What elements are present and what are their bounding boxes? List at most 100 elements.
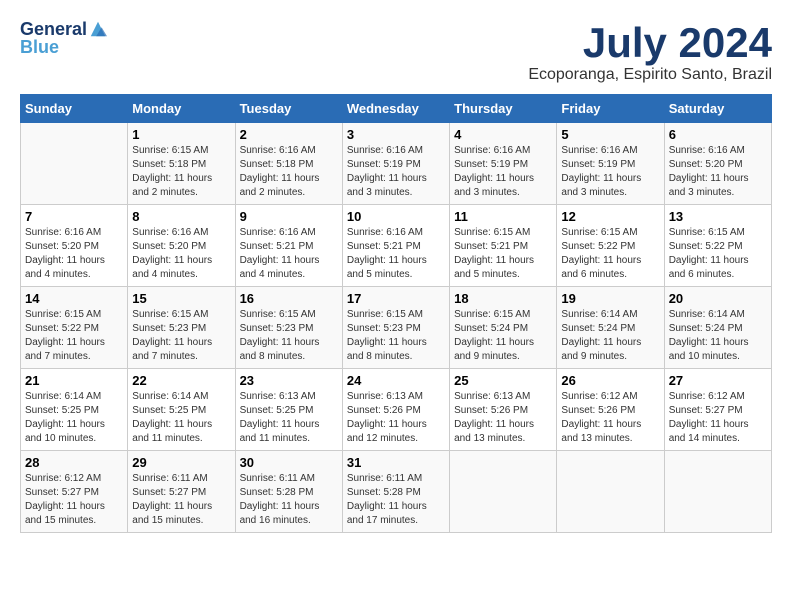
- calendar-week-row: 28Sunrise: 6:12 AM Sunset: 5:27 PM Dayli…: [21, 451, 772, 533]
- calendar-cell: 30Sunrise: 6:11 AM Sunset: 5:28 PM Dayli…: [235, 451, 342, 533]
- day-info: Sunrise: 6:12 AM Sunset: 5:26 PM Dayligh…: [561, 390, 659, 446]
- day-number: 7: [25, 209, 123, 224]
- calendar-cell: 21 Sunrise: 6:14 AM Sunset: 5:25 PM Dayli…: [21, 369, 128, 451]
- day-number: 10: [347, 209, 445, 224]
- location-title: Ecoporanga, Espirito Santo, Brazil: [528, 66, 772, 84]
- day-info: Sunrise: 6:15 AM Sunset: 5:22 PM Dayligh…: [669, 226, 767, 282]
- calendar-cell: 9 Sunrise: 6:16 AM Sunset: 5:21 PM Daylig…: [235, 205, 342, 287]
- calendar-cell: [21, 123, 128, 205]
- day-number: 29: [132, 455, 230, 470]
- day-number: 1: [132, 127, 230, 142]
- calendar-cell: 8 Sunrise: 6:16 AM Sunset: 5:20 PM Daylig…: [128, 205, 235, 287]
- day-number: 6: [669, 127, 767, 142]
- day-info: Sunrise: 6:14 AM Sunset: 5:25 PM Dayligh…: [25, 390, 123, 446]
- day-info: Sunrise: 6:14 AM Sunset: 5:25 PM Dayligh…: [132, 390, 230, 446]
- day-number: 2: [240, 127, 338, 142]
- day-info: Sunrise: 6:16 AM Sunset: 5:19 PM Dayligh…: [561, 144, 659, 200]
- day-number: 9: [240, 209, 338, 224]
- calendar-cell: 4 Sunrise: 6:16 AM Sunset: 5:19 PM Daylig…: [450, 123, 557, 205]
- calendar-header-row: SundayMondayTuesdayWednesdayThursdayFrid…: [21, 95, 772, 123]
- day-number: 19: [561, 291, 659, 306]
- calendar-table: SundayMondayTuesdayWednesdayThursdayFrid…: [20, 94, 772, 533]
- day-number: 25: [454, 373, 552, 388]
- calendar-week-row: 21 Sunrise: 6:14 AM Sunset: 5:25 PM Dayli…: [21, 369, 772, 451]
- day-number: 8: [132, 209, 230, 224]
- logo: General Blue: [20, 20, 107, 58]
- calendar-cell: 29 Sunrise: 6:11 AM Sunset: 5:27 PM Dayli…: [128, 451, 235, 533]
- calendar-cell: 27 Sunrise: 6:12 AM Sunset: 5:27 PM Dayli…: [664, 369, 771, 451]
- header-tuesday: Tuesday: [235, 95, 342, 123]
- day-info: Sunrise: 6:16 AM Sunset: 5:19 PM Dayligh…: [347, 144, 445, 200]
- day-info: Sunrise: 6:13 AM Sunset: 5:25 PM Dayligh…: [240, 390, 338, 446]
- day-info: Sunrise: 6:15 AM Sunset: 5:23 PM Dayligh…: [347, 308, 445, 364]
- day-number: 4: [454, 127, 552, 142]
- day-info: Sunrise: 6:15 AM Sunset: 5:18 PM Dayligh…: [132, 144, 230, 200]
- title-section: July 2024 Ecoporanga, Espirito Santo, Br…: [528, 20, 772, 84]
- calendar-week-row: 1 Sunrise: 6:15 AM Sunset: 5:18 PM Daylig…: [21, 123, 772, 205]
- day-number: 11: [454, 209, 552, 224]
- header-saturday: Saturday: [664, 95, 771, 123]
- day-info: Sunrise: 6:16 AM Sunset: 5:19 PM Dayligh…: [454, 144, 552, 200]
- calendar-cell: 26Sunrise: 6:12 AM Sunset: 5:26 PM Dayli…: [557, 369, 664, 451]
- page-header: General Blue July 2024 Ecoporanga, Espir…: [20, 20, 772, 84]
- day-number: 23: [240, 373, 338, 388]
- calendar-cell: 22 Sunrise: 6:14 AM Sunset: 5:25 PM Dayli…: [128, 369, 235, 451]
- calendar-cell: 12 Sunrise: 6:15 AM Sunset: 5:22 PM Dayli…: [557, 205, 664, 287]
- calendar-cell: 23 Sunrise: 6:13 AM Sunset: 5:25 PM Dayli…: [235, 369, 342, 451]
- calendar-cell: 19Sunrise: 6:14 AM Sunset: 5:24 PM Dayli…: [557, 287, 664, 369]
- day-number: 15: [132, 291, 230, 306]
- day-info: Sunrise: 6:15 AM Sunset: 5:21 PM Dayligh…: [454, 226, 552, 282]
- day-number: 22: [132, 373, 230, 388]
- day-info: Sunrise: 6:15 AM Sunset: 5:23 PM Dayligh…: [132, 308, 230, 364]
- calendar-cell: 2 Sunrise: 6:16 AM Sunset: 5:18 PM Daylig…: [235, 123, 342, 205]
- calendar-cell: [557, 451, 664, 533]
- header-friday: Friday: [557, 95, 664, 123]
- day-number: 24: [347, 373, 445, 388]
- calendar-cell: 28Sunrise: 6:12 AM Sunset: 5:27 PM Dayli…: [21, 451, 128, 533]
- header-wednesday: Wednesday: [342, 95, 449, 123]
- calendar-cell: 1 Sunrise: 6:15 AM Sunset: 5:18 PM Daylig…: [128, 123, 235, 205]
- calendar-cell: 18 Sunrise: 6:15 AM Sunset: 5:24 PM Dayli…: [450, 287, 557, 369]
- day-number: 5: [561, 127, 659, 142]
- day-info: Sunrise: 6:15 AM Sunset: 5:22 PM Dayligh…: [561, 226, 659, 282]
- day-info: Sunrise: 6:11 AM Sunset: 5:27 PM Dayligh…: [132, 472, 230, 528]
- calendar-week-row: 14Sunrise: 6:15 AM Sunset: 5:22 PM Dayli…: [21, 287, 772, 369]
- day-info: Sunrise: 6:13 AM Sunset: 5:26 PM Dayligh…: [347, 390, 445, 446]
- day-info: Sunrise: 6:14 AM Sunset: 5:24 PM Dayligh…: [669, 308, 767, 364]
- calendar-cell: 5 Sunrise: 6:16 AM Sunset: 5:19 PM Daylig…: [557, 123, 664, 205]
- day-number: 27: [669, 373, 767, 388]
- calendar-cell: [664, 451, 771, 533]
- day-info: Sunrise: 6:11 AM Sunset: 5:28 PM Dayligh…: [240, 472, 338, 528]
- calendar-cell: 31Sunrise: 6:11 AM Sunset: 5:28 PM Dayli…: [342, 451, 449, 533]
- calendar-cell: 14Sunrise: 6:15 AM Sunset: 5:22 PM Dayli…: [21, 287, 128, 369]
- header-sunday: Sunday: [21, 95, 128, 123]
- calendar-cell: 17 Sunrise: 6:15 AM Sunset: 5:23 PM Dayli…: [342, 287, 449, 369]
- day-info: Sunrise: 6:13 AM Sunset: 5:26 PM Dayligh…: [454, 390, 552, 446]
- day-info: Sunrise: 6:11 AM Sunset: 5:28 PM Dayligh…: [347, 472, 445, 528]
- calendar-cell: 13Sunrise: 6:15 AM Sunset: 5:22 PM Dayli…: [664, 205, 771, 287]
- calendar-cell: 10 Sunrise: 6:16 AM Sunset: 5:21 PM Dayli…: [342, 205, 449, 287]
- day-info: Sunrise: 6:12 AM Sunset: 5:27 PM Dayligh…: [669, 390, 767, 446]
- day-info: Sunrise: 6:15 AM Sunset: 5:22 PM Dayligh…: [25, 308, 123, 364]
- calendar-cell: [450, 451, 557, 533]
- logo-icon: [89, 20, 107, 38]
- day-number: 21: [25, 373, 123, 388]
- day-info: Sunrise: 6:16 AM Sunset: 5:20 PM Dayligh…: [25, 226, 123, 282]
- calendar-cell: 11 Sunrise: 6:15 AM Sunset: 5:21 PM Dayli…: [450, 205, 557, 287]
- calendar-cell: 7 Sunrise: 6:16 AM Sunset: 5:20 PM Daylig…: [21, 205, 128, 287]
- day-info: Sunrise: 6:15 AM Sunset: 5:23 PM Dayligh…: [240, 308, 338, 364]
- day-info: Sunrise: 6:16 AM Sunset: 5:21 PM Dayligh…: [240, 226, 338, 282]
- day-info: Sunrise: 6:15 AM Sunset: 5:24 PM Dayligh…: [454, 308, 552, 364]
- day-number: 18: [454, 291, 552, 306]
- day-number: 12: [561, 209, 659, 224]
- day-info: Sunrise: 6:16 AM Sunset: 5:18 PM Dayligh…: [240, 144, 338, 200]
- day-number: 3: [347, 127, 445, 142]
- calendar-cell: 20Sunrise: 6:14 AM Sunset: 5:24 PM Dayli…: [664, 287, 771, 369]
- calendar-cell: 3 Sunrise: 6:16 AM Sunset: 5:19 PM Daylig…: [342, 123, 449, 205]
- day-info: Sunrise: 6:16 AM Sunset: 5:21 PM Dayligh…: [347, 226, 445, 282]
- calendar-week-row: 7 Sunrise: 6:16 AM Sunset: 5:20 PM Daylig…: [21, 205, 772, 287]
- day-info: Sunrise: 6:16 AM Sunset: 5:20 PM Dayligh…: [132, 226, 230, 282]
- logo-text-blue: Blue: [20, 38, 59, 58]
- day-info: Sunrise: 6:16 AM Sunset: 5:20 PM Dayligh…: [669, 144, 767, 200]
- day-number: 17: [347, 291, 445, 306]
